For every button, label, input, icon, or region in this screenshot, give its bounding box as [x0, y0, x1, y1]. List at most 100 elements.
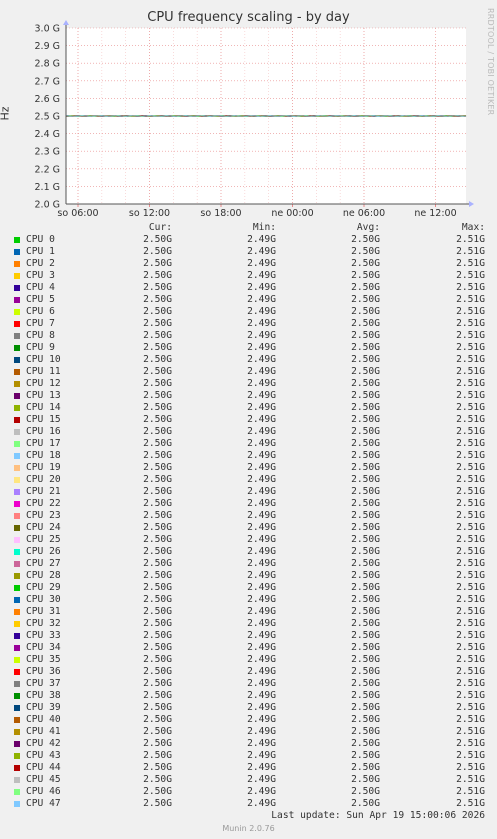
max-value: 2.51G: [456, 774, 485, 785]
legend-swatch: [14, 477, 20, 483]
series-name: CPU 12: [26, 378, 61, 389]
max-value: 2.51G: [456, 426, 485, 437]
max-value: 2.51G: [456, 618, 485, 629]
cur-value: 2.50G: [143, 498, 172, 509]
avg-value: 2.50G: [351, 330, 380, 341]
y-tick-label: 2.9 G: [35, 41, 61, 52]
cur-value: 2.50G: [143, 426, 172, 437]
legend-row: CPU 45 2.50G 2.49G 2.50G 2.51G: [0, 774, 497, 786]
avg-value: 2.50G: [351, 618, 380, 629]
cur-value: 2.50G: [143, 774, 172, 785]
series-name: CPU 6: [26, 306, 55, 317]
series-name: CPU 29: [26, 582, 61, 593]
col-avg: Avg:: [356, 222, 380, 233]
max-value: 2.51G: [456, 630, 485, 641]
cur-value: 2.50G: [143, 450, 172, 461]
avg-value: 2.50G: [351, 558, 380, 569]
legend-swatch: [14, 249, 20, 255]
series-name: CPU 35: [26, 654, 61, 665]
avg-value: 2.50G: [351, 690, 380, 701]
max-value: 2.51G: [456, 270, 485, 281]
legend-row: CPU 13 2.50G 2.49G 2.50G 2.51G: [0, 390, 497, 402]
series-name: CPU 30: [26, 594, 61, 605]
avg-value: 2.50G: [351, 246, 380, 257]
max-value: 2.51G: [456, 678, 485, 689]
legend-row: CPU 8 2.50G 2.49G 2.50G 2.51G: [0, 330, 497, 342]
col-cur: Cur:: [148, 222, 172, 233]
legend-row: CPU 46 2.50G 2.49G 2.50G 2.51G: [0, 786, 497, 798]
min-value: 2.49G: [247, 774, 276, 785]
legend-row: CPU 4 2.50G 2.49G 2.50G 2.51G: [0, 282, 497, 294]
legend-swatch: [14, 489, 20, 495]
last-update: Last update: Sun Apr 19 15:00:06 2026: [271, 810, 485, 821]
max-value: 2.51G: [456, 390, 485, 401]
series-name: CPU 42: [26, 738, 61, 749]
cur-value: 2.50G: [143, 630, 172, 641]
min-value: 2.49G: [247, 690, 276, 701]
legend-row: CPU 44 2.50G 2.49G 2.50G 2.51G: [0, 762, 497, 774]
max-value: 2.51G: [456, 546, 485, 557]
legend-swatch: [14, 777, 20, 783]
min-value: 2.49G: [247, 234, 276, 245]
series-name: CPU 17: [26, 438, 61, 449]
series-name: CPU 33: [26, 630, 61, 641]
cur-value: 2.50G: [143, 762, 172, 773]
min-value: 2.49G: [247, 282, 276, 293]
avg-value: 2.50G: [351, 414, 380, 425]
avg-value: 2.50G: [351, 606, 380, 617]
legend-swatch: [14, 597, 20, 603]
legend-row: CPU 28 2.50G 2.49G 2.50G 2.51G: [0, 570, 497, 582]
legend-row: CPU 27 2.50G 2.49G 2.50G 2.51G: [0, 558, 497, 570]
cur-value: 2.50G: [143, 606, 172, 617]
series-name: CPU 19: [26, 462, 61, 473]
series-name: CPU 20: [26, 474, 61, 485]
legend-swatch: [14, 753, 20, 759]
col-min: Min:: [252, 222, 276, 233]
series-name: CPU 31: [26, 606, 61, 617]
legend-swatch: [14, 669, 20, 675]
legend-swatch: [14, 393, 20, 399]
legend-swatch: [14, 633, 20, 639]
series-name: CPU 24: [26, 522, 61, 533]
legend-row: CPU 17 2.50G 2.49G 2.50G 2.51G: [0, 438, 497, 450]
avg-value: 2.50G: [351, 354, 380, 365]
legend-swatch: [14, 549, 20, 555]
legend-swatch: [14, 741, 20, 747]
legend-swatch: [14, 609, 20, 615]
avg-value: 2.50G: [351, 582, 380, 593]
legend-swatch: [14, 273, 20, 279]
legend-swatch: [14, 321, 20, 327]
x-tick-label: so 06:00: [57, 208, 98, 219]
min-value: 2.49G: [247, 450, 276, 461]
min-value: 2.49G: [247, 258, 276, 269]
series-name: CPU 15: [26, 414, 61, 425]
max-value: 2.51G: [456, 462, 485, 473]
legend-row: CPU 21 2.50G 2.49G 2.50G 2.51G: [0, 486, 497, 498]
series-name: CPU 25: [26, 534, 61, 545]
max-value: 2.51G: [456, 750, 485, 761]
legend-swatch: [14, 561, 20, 567]
avg-value: 2.50G: [351, 462, 380, 473]
y-tick-label: 2.4 G: [35, 129, 61, 140]
cur-value: 2.50G: [143, 306, 172, 317]
cur-value: 2.50G: [143, 354, 172, 365]
avg-value: 2.50G: [351, 522, 380, 533]
avg-value: 2.50G: [351, 282, 380, 293]
min-value: 2.49G: [247, 582, 276, 593]
max-value: 2.51G: [456, 450, 485, 461]
legend-swatch: [14, 297, 20, 303]
cur-value: 2.50G: [143, 318, 172, 329]
min-value: 2.49G: [247, 426, 276, 437]
series-name: CPU 14: [26, 402, 61, 413]
max-value: 2.51G: [456, 342, 485, 353]
avg-value: 2.50G: [351, 726, 380, 737]
cur-value: 2.50G: [143, 582, 172, 593]
cur-value: 2.50G: [143, 390, 172, 401]
max-value: 2.51G: [456, 282, 485, 293]
legend-swatch: [14, 705, 20, 711]
y-tick-label: 2.8 G: [35, 59, 61, 70]
avg-value: 2.50G: [351, 750, 380, 761]
cur-value: 2.50G: [143, 534, 172, 545]
legend-swatch: [14, 621, 20, 627]
min-value: 2.49G: [247, 330, 276, 341]
